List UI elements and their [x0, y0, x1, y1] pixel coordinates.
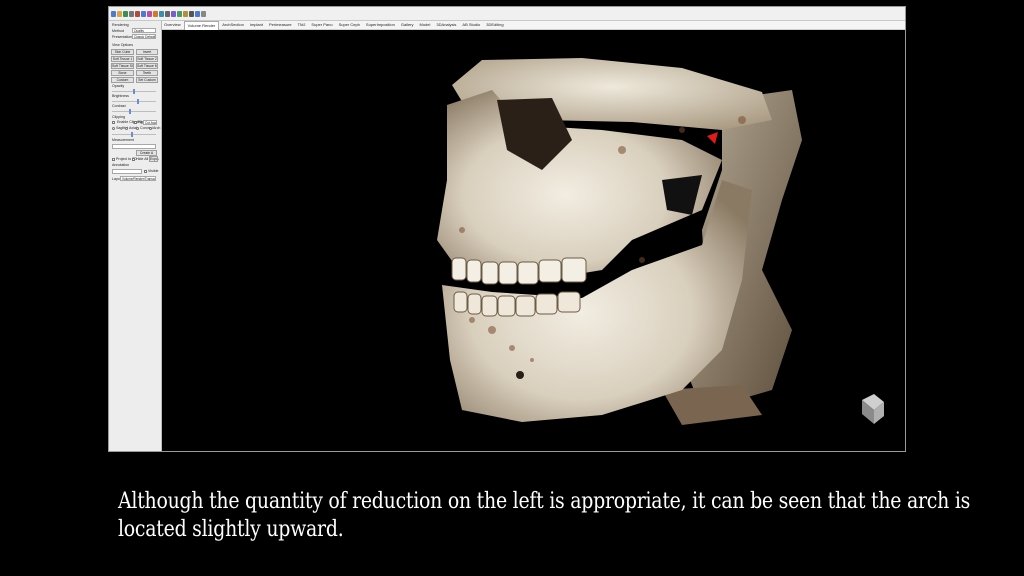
color-icon[interactable]: [147, 10, 152, 17]
control-panel: Rendering Method Quality Presentation Cl…: [109, 21, 162, 451]
enable-clipping-checkbox[interactable]: [112, 121, 115, 124]
print-icon[interactable]: [129, 10, 134, 17]
clipping-slider-knob[interactable]: [131, 132, 133, 137]
tab-3danalysis[interactable]: 3DAnalysis: [433, 21, 459, 29]
tab-super-ceph[interactable]: Super Ceph: [336, 21, 363, 29]
contrast-slider-knob[interactable]: [129, 109, 131, 114]
undo-icon[interactable]: [135, 10, 140, 17]
custom-button[interactable]: Custom: [111, 77, 134, 83]
zoom-icon[interactable]: [171, 10, 176, 17]
file-icon[interactable]: [111, 10, 116, 17]
layout-select[interactable]: Volume/Render/Transparent: [120, 176, 156, 181]
bone-button[interactable]: Bone: [111, 70, 134, 76]
soft-tissue-1-button[interactable]: Soft Tissue 1: [111, 56, 134, 62]
view-options-label: View Options: [112, 43, 134, 47]
tab-bar: Overview Volume Render ArchSection Implant P…: [161, 20, 905, 30]
caption-line-2: located slightly upward.: [118, 517, 344, 542]
caption-line-1: Although the quantity of reduction on th…: [118, 489, 971, 514]
invert-button[interactable]: Invert: [136, 49, 158, 55]
tab-super-pano[interactable]: Super Pano: [308, 21, 335, 29]
skull-3d-render: [437, 58, 884, 425]
tab-model[interactable]: Model: [417, 21, 434, 29]
flip-checkbox[interactable]: [134, 121, 137, 124]
measurement-list[interactable]: [112, 144, 156, 149]
hide-all-views-checkbox[interactable]: [132, 158, 135, 161]
toolbar: [109, 7, 905, 21]
arrow-icon[interactable]: [165, 10, 170, 17]
settings-icon[interactable]: [195, 10, 200, 17]
brightness-label: Brightness: [112, 94, 129, 98]
help-icon[interactable]: [201, 10, 206, 17]
tab-ab-studio[interactable]: AB Studio: [459, 21, 483, 29]
visible-checkbox[interactable]: [144, 170, 147, 173]
project-2d-checkbox[interactable]: [112, 158, 115, 161]
volume-render-viewport[interactable]: [162, 30, 905, 451]
subtitle-caption: Although the quantity of reduction on th…: [118, 488, 971, 544]
visible-label: Visible: [148, 169, 159, 173]
tab-archsection[interactable]: ArchSection: [219, 21, 247, 29]
coronal-radio[interactable]: [136, 127, 139, 130]
clipping-label: Clipping: [112, 115, 125, 119]
annotation-label: Annotation: [112, 163, 130, 167]
soft-tissue-mirror-button[interactable]: Soft Tissue Mirror: [136, 63, 158, 69]
arch-label: Arch: [153, 126, 161, 130]
brightness-slider-knob[interactable]: [137, 99, 139, 104]
tab-perimeasure[interactable]: Perimeasure: [266, 21, 295, 29]
tab-volume-render[interactable]: Volume Render: [183, 20, 220, 30]
opacity-slider-knob[interactable]: [133, 89, 135, 94]
axial-radio[interactable]: [125, 127, 128, 130]
pan-icon[interactable]: [177, 10, 182, 17]
contrast-slider[interactable]: [112, 111, 156, 112]
red-marker-icon: [707, 132, 718, 144]
method-label: Method: [112, 29, 124, 33]
arch-radio[interactable]: [149, 127, 152, 130]
soft-tissue-shade-button[interactable]: Soft Tissue Shade: [111, 63, 134, 69]
redo-icon[interactable]: [141, 10, 146, 17]
export-button[interactable]: Export: [149, 156, 158, 162]
skin-cube-button[interactable]: Skin Cube: [111, 49, 134, 55]
orientation-cube-icon[interactable]: [862, 394, 884, 424]
application-window: Overview Volume Render ArchSection Implant P…: [108, 6, 906, 452]
method-select[interactable]: Quality: [132, 28, 156, 33]
tab-implant[interactable]: Implant: [247, 21, 266, 29]
rotate-icon[interactable]: [183, 10, 188, 17]
measurement-label: Measurement: [112, 138, 134, 142]
tab-superimposition[interactable]: SuperImposition: [363, 21, 398, 29]
teeth-button[interactable]: Teeth: [136, 70, 158, 76]
clip-mode-select[interactable]: Cut Away: [143, 120, 157, 125]
open-icon[interactable]: [117, 10, 122, 17]
presentation-select[interactable]: Classic Default: [132, 34, 156, 39]
angle-icon[interactable]: [159, 10, 164, 17]
set-custom-button[interactable]: Set Custom: [136, 77, 158, 83]
save-icon[interactable]: [123, 10, 128, 17]
tab-gallery[interactable]: Gallery: [398, 21, 417, 29]
sagittal-radio[interactable]: [112, 127, 115, 130]
mental-foramen-shape: [516, 371, 524, 379]
brightness-slider[interactable]: [112, 101, 156, 102]
rendering-label: Rendering: [112, 23, 129, 27]
contrast-label: Contrast: [112, 104, 126, 108]
tab-3dediting[interactable]: 3DEditing: [483, 21, 506, 29]
measure-icon[interactable]: [153, 10, 158, 17]
tab-overview[interactable]: Overview: [161, 21, 184, 29]
clipping-slider[interactable]: [112, 134, 156, 135]
camera-icon[interactable]: [189, 10, 194, 17]
opacity-label: Opacity: [112, 84, 125, 88]
annotation-field[interactable]: [112, 169, 142, 174]
tab-tmj[interactable]: TMJ: [295, 21, 309, 29]
soft-tissue-2-button[interactable]: Soft Tissue 2: [136, 56, 158, 62]
presentation-label: Presentation: [112, 35, 133, 39]
